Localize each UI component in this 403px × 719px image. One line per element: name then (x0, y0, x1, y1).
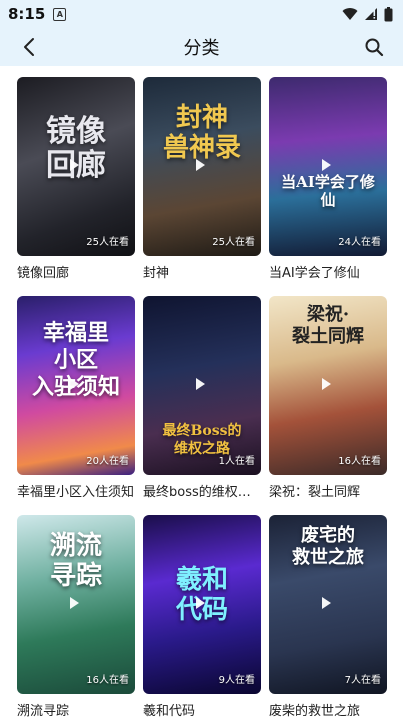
card-title[interactable]: 梁祝：裂土同辉 (269, 481, 387, 500)
drama-card-3[interactable]: 当AI学会了修仙 24人在看 当AI学会了修仙 (269, 77, 387, 281)
category-grid: 镜像 回廊 25人在看 镜像回廊 封神 兽神录 25人在看 封神 当AI学会了修… (0, 66, 403, 719)
wifi-icon (342, 8, 358, 20)
play-icon (322, 597, 331, 609)
play-icon (196, 159, 205, 171)
cover-image[interactable]: 封神 兽神录 25人在看 (143, 77, 261, 256)
cover-image[interactable]: 幸福里 小区 入驻须知 20人在看 (17, 296, 135, 475)
card-title[interactable]: 最终boss的维权之路 (143, 481, 261, 500)
cover-image[interactable]: 废宅的 救世之旅 7人在看 (269, 515, 387, 694)
card-title[interactable]: 当AI学会了修仙 (269, 262, 387, 281)
drama-card-2[interactable]: 封神 兽神录 25人在看 封神 (143, 77, 261, 281)
card-title[interactable]: 废柴的救世之旅 (269, 700, 387, 719)
search-icon (365, 38, 384, 57)
viewer-count: 25人在看 (86, 237, 129, 248)
play-icon (196, 597, 205, 609)
drama-card-4[interactable]: 幸福里 小区 入驻须知 20人在看 幸福里小区入住须知 (17, 296, 135, 500)
cover-title-art: 羲和 代码 (175, 565, 228, 625)
status-bar: 8:15 A (0, 0, 403, 28)
viewer-count: 16人在看 (86, 675, 129, 686)
play-icon (196, 378, 205, 390)
cover-image[interactable]: 羲和 代码 9人在看 (143, 515, 261, 694)
viewer-count: 7人在看 (344, 675, 381, 686)
cover-image[interactable]: 梁祝· 裂土同辉 16人在看 (269, 296, 387, 475)
chevron-left-icon (24, 38, 34, 56)
drama-card-8[interactable]: 羲和 代码 9人在看 羲和代码 (143, 515, 261, 719)
battery-icon (384, 6, 393, 21)
drama-card-6[interactable]: 梁祝· 裂土同辉 16人在看 梁祝：裂土同辉 (269, 296, 387, 500)
back-button[interactable] (14, 32, 44, 62)
cover-title-art: 镜像 回廊 (46, 114, 106, 183)
card-title[interactable]: 溯流寻踪 (17, 700, 135, 719)
viewer-count: 9人在看 (218, 675, 255, 686)
play-icon (70, 597, 79, 609)
search-button[interactable] (359, 32, 389, 62)
viewer-count: 16人在看 (338, 456, 381, 467)
drama-card-7[interactable]: 溯流 寻踪 16人在看 溯流寻踪 (17, 515, 135, 719)
play-icon (70, 378, 79, 390)
cover-title-art: 溯流 寻踪 (49, 531, 102, 591)
cellular-signal-icon (365, 8, 377, 20)
cover-image[interactable]: 当AI学会了修仙 24人在看 (269, 77, 387, 256)
viewer-count: 25人在看 (212, 237, 255, 248)
status-time: 8:15 (8, 5, 46, 23)
cover-image[interactable]: 溯流 寻踪 16人在看 (17, 515, 135, 694)
drama-card-9[interactable]: 废宅的 救世之旅 7人在看 废柴的救世之旅 (269, 515, 387, 719)
notification-a-icon: A (53, 7, 67, 21)
play-icon (322, 378, 331, 390)
viewer-count: 20人在看 (86, 456, 129, 467)
card-title[interactable]: 封神 (143, 262, 261, 281)
drama-card-5[interactable]: 最终Boss的 维权之路 1人在看 最终boss的维权之路 (143, 296, 261, 500)
page-title: 分类 (183, 38, 220, 59)
play-icon (70, 159, 79, 171)
card-title[interactable]: 羲和代码 (143, 700, 261, 719)
viewer-count: 1人在看 (218, 456, 255, 467)
cover-image[interactable]: 镜像 回廊 25人在看 (17, 77, 135, 256)
viewer-count: 24人在看 (338, 237, 381, 248)
card-title[interactable]: 幸福里小区入住须知 (17, 481, 135, 500)
play-icon (322, 159, 331, 171)
drama-card-1[interactable]: 镜像 回廊 25人在看 镜像回廊 (17, 77, 135, 281)
cover-title-art: 废宅的 救世之旅 (292, 525, 364, 568)
cover-title-art: 梁祝· 裂土同辉 (292, 304, 364, 347)
cover-title-art: 封神 兽神录 (162, 103, 241, 163)
cover-image[interactable]: 最终Boss的 维权之路 1人在看 (143, 296, 261, 475)
app-header: 分类 (0, 28, 403, 66)
cover-title-art: 当AI学会了修仙 (281, 173, 375, 209)
card-title[interactable]: 镜像回廊 (17, 262, 135, 281)
